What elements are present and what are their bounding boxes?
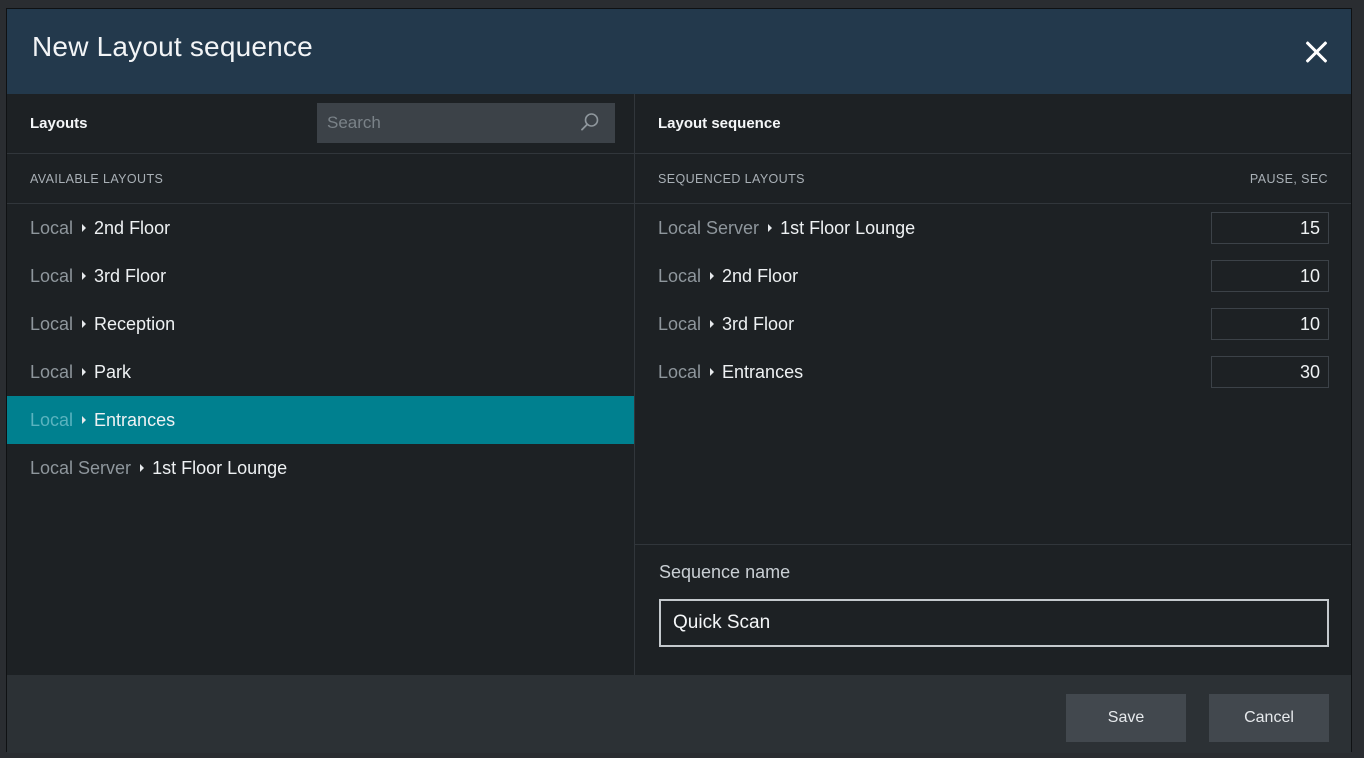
arrow-right-icon: [82, 272, 87, 281]
search-input[interactable]: [317, 103, 615, 143]
arrow-right-icon: [710, 272, 715, 281]
layout-name: 1st Floor Lounge: [780, 218, 916, 238]
layout-name: 2nd Floor: [94, 218, 171, 238]
list-item[interactable]: Local Server 1st Floor Lounge: [7, 444, 634, 492]
arrow-right-icon: [82, 368, 87, 377]
list-item[interactable]: Local Reception: [7, 300, 634, 348]
arrow-right-icon: [82, 416, 87, 425]
layout-name: 3rd Floor: [722, 314, 795, 334]
layout-name: Entrances: [722, 362, 804, 382]
layout-name: 2nd Floor: [722, 266, 799, 286]
layout-name: Park: [94, 362, 132, 382]
arrow-right-icon: [710, 368, 715, 377]
layout-source: Local: [30, 266, 74, 286]
layout-source: Local: [30, 218, 74, 238]
layout-name: 1st Floor Lounge: [152, 458, 288, 478]
arrow-right-icon: [710, 320, 715, 329]
layouts-header: Layouts: [7, 94, 634, 154]
layouts-pane: Layouts AVAILABLE LAYOUTS Local 2nd Floor…: [7, 94, 634, 675]
layout-sequence-header: Layout sequence: [635, 94, 1351, 154]
pause-input[interactable]: 15: [1211, 212, 1329, 244]
layout-source: Local: [30, 314, 74, 334]
title-bar: New Layout sequence: [7, 9, 1351, 94]
search-icon[interactable]: [579, 111, 601, 133]
layout-sequence-pane: Layout sequence SEQUENCED LAYOUTS PAUSE,…: [635, 94, 1351, 675]
save-button[interactable]: Save: [1066, 694, 1186, 742]
dialog-title: New Layout sequence: [32, 31, 313, 62]
available-layouts-list: Local 2nd Floor Local 3rd Floor Local Recep…: [7, 204, 634, 492]
arrow-right-icon: [768, 224, 773, 233]
arrow-right-icon: [82, 224, 87, 233]
arrow-right-icon: [82, 320, 87, 329]
layout-name: Entrances: [94, 410, 176, 430]
layout-sequence-dialog: New Layout sequence Layouts AVAILABLE LA…: [6, 8, 1352, 753]
available-layouts-header: AVAILABLE LAYOUTS: [7, 154, 634, 204]
layout-name: Reception: [94, 314, 176, 334]
list-item[interactable]: Local 3rd Floor: [7, 252, 634, 300]
layout-source: Local: [30, 362, 74, 382]
layout-source: Local Server: [30, 458, 132, 478]
layout-sequence-title: Layout sequence: [658, 115, 781, 132]
layout-source: Local Server: [658, 218, 760, 238]
list-item-selected[interactable]: Local Entrances: [7, 396, 634, 444]
divider: [635, 544, 1351, 545]
layout-source: Local: [658, 362, 702, 382]
available-layouts-label: AVAILABLE LAYOUTS: [30, 172, 164, 186]
pause-sec-label: PAUSE, SEC: [1249, 172, 1328, 186]
pause-input[interactable]: 10: [1211, 308, 1329, 340]
dialog-footer: Save Cancel: [7, 675, 1351, 753]
layout-name: 3rd Floor: [94, 266, 167, 286]
cancel-button[interactable]: Cancel: [1209, 694, 1329, 742]
pause-input[interactable]: 10: [1211, 260, 1329, 292]
layout-source: Local: [658, 314, 702, 334]
sequenced-layouts-list: Local Server 1st Floor Lounge 15 Local 2nd…: [635, 204, 1351, 396]
close-icon[interactable]: [1301, 37, 1331, 67]
list-item[interactable]: Local Server 1st Floor Lounge 15: [635, 204, 1351, 252]
layout-source: Local: [658, 266, 702, 286]
list-item[interactable]: Local 2nd Floor: [7, 204, 634, 252]
sequenced-layouts-header: SEQUENCED LAYOUTS PAUSE, SEC: [635, 154, 1351, 204]
sequenced-layouts-label: SEQUENCED LAYOUTS: [658, 172, 805, 186]
list-item[interactable]: Local Entrances 30: [635, 348, 1351, 396]
layouts-title: Layouts: [30, 115, 88, 132]
arrow-right-icon: [140, 464, 145, 473]
sequence-name-label: Sequence name: [659, 562, 791, 582]
list-item[interactable]: Local Park: [7, 348, 634, 396]
sequence-name-input[interactable]: [659, 599, 1329, 647]
list-item[interactable]: Local 2nd Floor 10: [635, 252, 1351, 300]
list-item[interactable]: Local 3rd Floor 10: [635, 300, 1351, 348]
layout-source: Local: [30, 410, 74, 430]
pause-input[interactable]: 30: [1211, 356, 1329, 388]
